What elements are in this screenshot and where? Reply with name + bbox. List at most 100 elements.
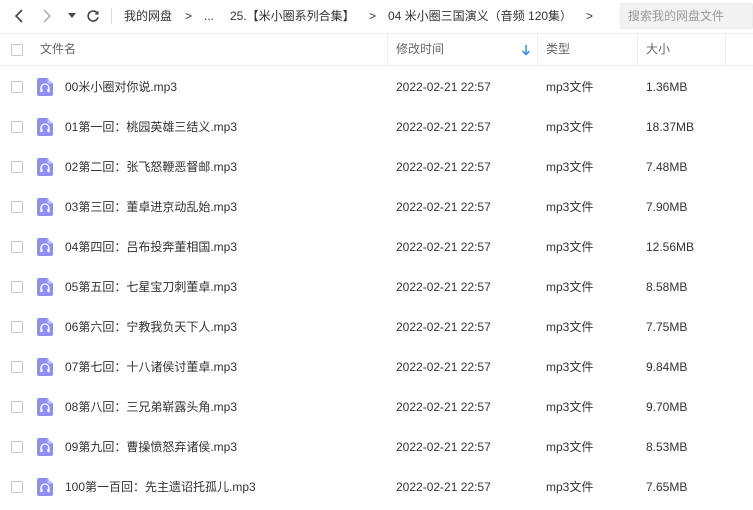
file-size: 7.48MB [646,160,688,174]
file-row[interactable]: 04第四回：吕布投奔董相国.mp3 2022-02-21 22:57 mp3文件… [0,227,753,267]
file-row[interactable]: 07第七回：十八诸侯讨董卓.mp3 2022-02-21 22:57 mp3文件… [0,347,753,387]
column-name-header[interactable]: 文件名 [40,34,76,65]
history-dropdown-button[interactable] [62,4,82,28]
row-checkbox[interactable] [11,281,23,293]
chevron-left-icon [14,9,23,23]
row-checkbox[interactable] [11,201,23,213]
file-modified-time: 2022-02-21 22:57 [396,160,491,174]
file-modified-time: 2022-02-21 22:57 [396,80,491,94]
file-size: 18.37MB [646,120,695,134]
row-checkbox[interactable] [11,241,23,253]
audio-file-icon [37,358,53,376]
file-row[interactable]: 01第一回：桃园英雄三结义.mp3 2022-02-21 22:57 mp3文件… [0,107,753,147]
row-checkbox[interactable] [11,321,23,333]
file-row[interactable]: 08第八回：三兄弟崭露头角.mp3 2022-02-21 22:57 mp3文件… [0,387,753,427]
breadcrumb-series-folder[interactable]: 25.【米小圈系列合集】 [230,0,355,32]
forward-button[interactable] [36,4,58,28]
file-name: 00米小圈对你说.mp3 [65,80,178,94]
file-name: 01第一回：桃园英雄三结义.mp3 [65,120,238,134]
file-modified-time: 2022-02-21 22:57 [396,360,491,374]
file-modified-time: 2022-02-21 22:57 [396,440,491,454]
column-header: 文件名 修改时间 类型 大小 [0,33,753,66]
file-row[interactable]: 05第五回：七星宝刀刺董卓.mp3 2022-02-21 22:57 mp3文件… [0,267,753,307]
breadcrumb-root[interactable]: 我的网盘 [124,0,172,32]
audio-file-icon [37,438,53,456]
breadcrumb: 我的网盘 > ... 25.【米小圈系列合集】 > 04 米小圈三国演义（音频 … [118,0,618,32]
column-size-header[interactable]: 大小 [646,34,670,65]
audio-file-icon [37,158,53,176]
audio-file-icon [37,78,53,96]
file-type: mp3文件 [546,360,594,374]
audio-file-icon [37,318,53,336]
audio-file-icon [37,398,53,416]
refresh-button[interactable] [82,4,104,28]
file-size: 8.58MB [646,280,688,294]
file-name: 08第八回：三兄弟崭露头角.mp3 [65,400,238,414]
audio-file-icon [37,478,53,496]
file-modified-time: 2022-02-21 22:57 [396,320,491,334]
file-row[interactable]: 100第一百回：先主遗诏托孤儿.mp3 2022-02-21 22:57 mp3… [0,467,753,507]
file-size: 7.90MB [646,200,688,214]
file-type: mp3文件 [546,480,594,494]
chevron-right-icon [43,9,52,23]
file-type: mp3文件 [546,200,594,214]
caret-down-icon [68,13,76,18]
column-type-header[interactable]: 类型 [546,34,570,65]
breadcrumb-current-folder: 04 米小圈三国演义（音频 120集） [388,9,573,23]
row-checkbox[interactable] [11,81,23,93]
breadcrumb-separator: > [185,9,193,23]
file-name: 09第九回：曹操愤怒弃诸侯.mp3 [65,440,238,454]
file-row[interactable]: 09第九回：曹操愤怒弃诸侯.mp3 2022-02-21 22:57 mp3文件… [0,427,753,467]
file-modified-time: 2022-02-21 22:57 [396,480,491,494]
file-name: 07第七回：十八诸侯讨董卓.mp3 [65,360,238,374]
arrow-down-icon[interactable] [521,44,531,56]
row-checkbox[interactable] [11,361,23,373]
file-size: 7.65MB [646,480,688,494]
refresh-icon [87,10,99,22]
row-checkbox[interactable] [11,401,23,413]
row-checkbox[interactable] [11,161,23,173]
row-checkbox[interactable] [11,481,23,493]
row-checkbox[interactable] [11,121,23,133]
file-modified-time: 2022-02-21 22:57 [396,280,491,294]
file-row[interactable]: 06第六回：宁教我负天下人.mp3 2022-02-21 22:57 mp3文件… [0,307,753,347]
file-modified-time: 2022-02-21 22:57 [396,120,491,134]
file-row[interactable]: 03第三回：董卓进京动乱始.mp3 2022-02-21 22:57 mp3文件… [0,187,753,227]
audio-file-icon [37,198,53,216]
column-divider[interactable] [537,34,538,65]
search-input[interactable] [621,4,752,28]
row-checkbox[interactable] [11,441,23,453]
file-name: 04第四回：吕布投奔董相国.mp3 [65,240,238,254]
search-box [620,3,753,29]
select-all-checkbox[interactable] [11,44,23,56]
file-size: 7.75MB [646,320,688,334]
breadcrumb-separator: > [586,9,594,23]
file-name: 03第三回：董卓进京动乱始.mp3 [65,200,238,214]
file-type: mp3文件 [546,160,594,174]
file-name: 02第二回：张飞怒鞭恶督邮.mp3 [65,160,238,174]
file-name: 05第五回：七星宝刀刺董卓.mp3 [65,280,238,294]
column-divider[interactable] [725,34,726,65]
file-type: mp3文件 [546,440,594,454]
file-type: mp3文件 [546,320,594,334]
file-name: 100第一百回：先主遗诏托孤儿.mp3 [65,480,256,494]
file-type: mp3文件 [546,240,594,254]
file-modified-time: 2022-02-21 22:57 [396,400,491,414]
file-type: mp3文件 [546,280,594,294]
file-size: 1.36MB [646,80,688,94]
file-size: 9.70MB [646,400,688,414]
file-size: 12.56MB [646,240,695,254]
column-modified-header[interactable]: 修改时间 [396,34,444,65]
audio-file-icon [37,238,53,256]
file-row[interactable]: 02第二回：张飞怒鞭恶督邮.mp3 2022-02-21 22:57 mp3文件… [0,147,753,187]
column-divider[interactable] [637,34,638,65]
audio-file-icon [37,278,53,296]
file-type: mp3文件 [546,80,594,94]
top-bar: 我的网盘 > ... 25.【米小圈系列合集】 > 04 米小圈三国演义（音频 … [0,0,753,32]
back-button[interactable] [8,4,30,28]
file-type: mp3文件 [546,400,594,414]
file-size: 8.53MB [646,440,688,454]
breadcrumb-ellipsis[interactable]: ... [204,0,214,32]
column-divider[interactable] [387,34,388,65]
file-row[interactable]: 00米小圈对你说.mp3 2022-02-21 22:57 mp3文件 1.36… [0,67,753,107]
